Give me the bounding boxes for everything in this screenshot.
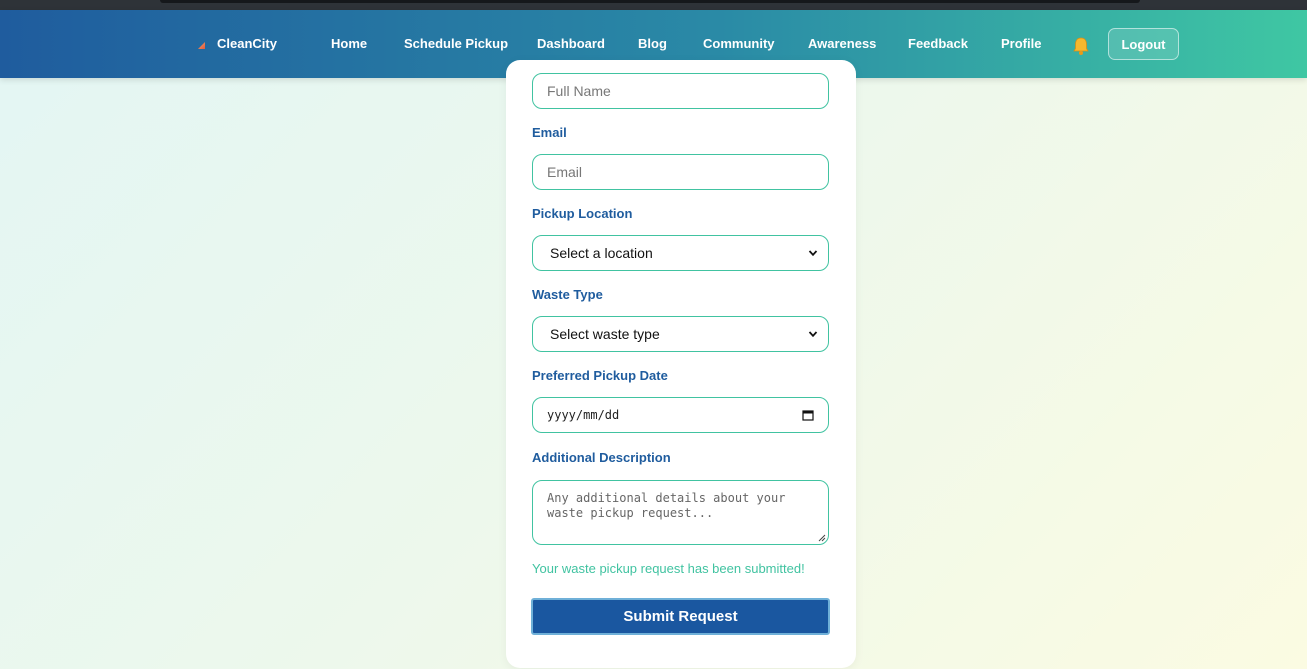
pickup-location-label: Pickup Location: [532, 206, 633, 221]
waste-type-value: Select waste type: [550, 326, 660, 342]
brand-logo[interactable]: CleanCity: [198, 36, 277, 51]
leaf-icon: [198, 42, 205, 49]
full-name-placeholder: Full Name: [547, 83, 611, 99]
bell-icon[interactable]: [1071, 36, 1091, 56]
email-placeholder: Email: [547, 164, 583, 180]
nav-link-awareness[interactable]: Awareness: [808, 36, 876, 51]
browser-top-strip: [0, 0, 1307, 10]
pickup-date-label: Preferred Pickup Date: [532, 368, 668, 383]
chevron-down-icon: [808, 250, 818, 257]
waste-type-label: Waste Type: [532, 287, 603, 302]
nav-link-dashboard[interactable]: Dashboard: [537, 36, 605, 51]
nav-link-home[interactable]: Home: [331, 36, 367, 51]
nav-link-schedule-pickup[interactable]: Schedule Pickup: [404, 36, 508, 51]
email-input[interactable]: Email: [532, 154, 829, 190]
pickup-location-select[interactable]: Select a location: [532, 235, 829, 271]
browser-tab-bar: [160, 0, 1140, 3]
resize-handle-icon[interactable]: [818, 534, 826, 542]
description-label: Additional Description: [532, 450, 671, 465]
pickup-date-placeholder: yyyy/mm/dd: [547, 408, 620, 422]
nav-link-community[interactable]: Community: [703, 36, 775, 51]
description-textarea[interactable]: Any additional details about your waste …: [532, 480, 829, 545]
logout-button[interactable]: Logout: [1108, 28, 1179, 60]
waste-type-select[interactable]: Select waste type: [532, 316, 829, 352]
description-placeholder: Any additional details about your waste …: [547, 491, 786, 520]
brand-name: CleanCity: [217, 36, 277, 51]
success-message: Your waste pickup request has been submi…: [532, 561, 805, 576]
pickup-form-card: [506, 60, 856, 668]
submit-request-button[interactable]: Submit Request: [531, 598, 830, 635]
nav-link-profile[interactable]: Profile: [1001, 36, 1041, 51]
nav-link-feedback[interactable]: Feedback: [908, 36, 968, 51]
nav-link-blog[interactable]: Blog: [638, 36, 667, 51]
full-name-input[interactable]: Full Name: [532, 73, 829, 109]
calendar-icon[interactable]: [802, 409, 814, 421]
pickup-location-value: Select a location: [550, 245, 653, 261]
chevron-down-icon: [808, 331, 818, 338]
email-label: Email: [532, 125, 567, 140]
pickup-date-input[interactable]: yyyy/mm/dd: [532, 397, 829, 433]
